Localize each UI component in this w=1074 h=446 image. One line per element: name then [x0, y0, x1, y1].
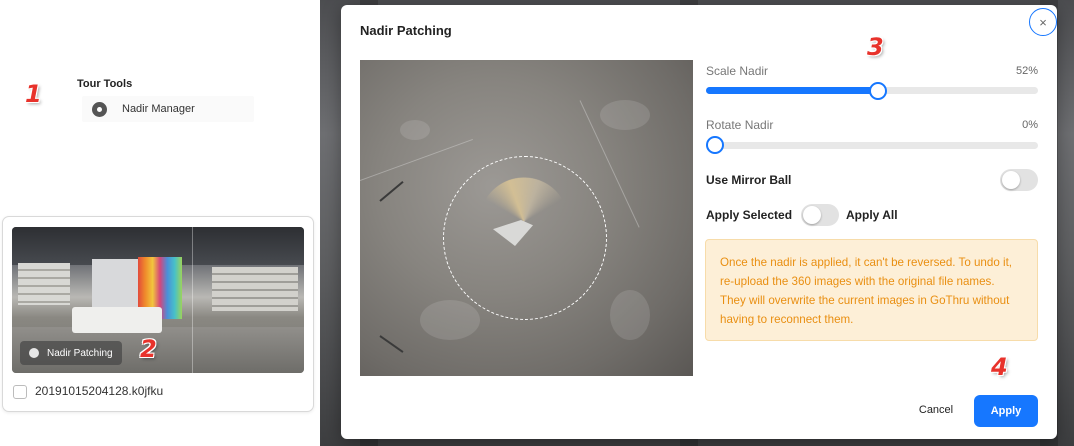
tripod-leg — [379, 335, 404, 353]
rotate-nadir-slider[interactable] — [706, 142, 1038, 149]
radio-selected-icon — [92, 101, 107, 117]
nadir-patching-badge[interactable]: Nadir Patching — [20, 341, 122, 365]
nadir-patch-circle[interactable] — [443, 156, 607, 320]
tripod-leg — [379, 180, 404, 202]
cancel-button[interactable]: Cancel — [911, 397, 961, 423]
apply-selected-label: Apply Selected — [706, 208, 793, 222]
apply-scope-toggle-knob — [803, 206, 821, 224]
panorama-thumbnail[interactable]: Nadir Patching — [12, 227, 304, 373]
step-annotation-2: 2 — [140, 335, 157, 363]
rotate-nadir-label: Rotate Nadir — [706, 118, 774, 132]
use-mirror-ball-label: Use Mirror Ball — [706, 173, 792, 187]
step-annotation-3: 3 — [867, 33, 884, 61]
rotate-nadir-value: 0% — [1022, 119, 1038, 131]
nadir-patching-modal: Nadir Patching × 3 Scale Nadir 52% Rotat… — [341, 5, 1057, 439]
apply-all-label: Apply All — [846, 208, 898, 222]
floor-speck — [400, 120, 430, 140]
badge-dot-icon — [29, 348, 39, 358]
badge-label: Nadir Patching — [47, 347, 113, 359]
nadir-manager-label: Nadir Manager — [122, 103, 195, 115]
scale-nadir-value: 52% — [1015, 65, 1038, 77]
scale-nadir-fill — [706, 87, 879, 94]
step-annotation-1: 1 — [25, 80, 42, 108]
mirror-ball-toggle[interactable] — [1000, 169, 1038, 191]
nadir-preview — [360, 60, 693, 376]
floor-speck — [610, 290, 650, 340]
mirror-ball-toggle-knob — [1002, 171, 1020, 189]
apply-scope-toggle[interactable] — [801, 204, 839, 226]
panorama-card[interactable]: Nadir Patching 2 20191015204128.k0jfku — [2, 216, 314, 412]
thumbnail-shelf-right — [212, 267, 298, 311]
floor-speck — [420, 300, 480, 340]
scale-nadir-label: Scale Nadir — [706, 64, 769, 78]
floor-speck — [600, 100, 650, 130]
select-checkbox[interactable] — [13, 385, 27, 399]
thumbnail-seam — [192, 227, 193, 373]
rotate-nadir-handle[interactable] — [706, 136, 724, 154]
step-annotation-4: 4 — [991, 353, 1008, 381]
scale-nadir-handle[interactable] — [869, 82, 888, 100]
tour-tools-panel: 1 Tour Tools Nadir Manager Nadir Patchin… — [0, 0, 320, 446]
close-icon[interactable]: × — [1029, 8, 1057, 36]
apply-button[interactable]: Apply — [974, 395, 1038, 427]
nadir-manager-item[interactable]: Nadir Manager — [82, 96, 254, 122]
irreversible-warning: Once the nadir is applied, it can't be r… — [705, 239, 1038, 341]
floor-crack — [360, 138, 473, 181]
tour-tools-title: Tour Tools — [77, 78, 133, 90]
thumbnail-shelf-left — [18, 263, 70, 305]
file-name: 20191015204128.k0jfku — [35, 384, 164, 398]
thumbnail-counter — [72, 307, 162, 333]
modal-title: Nadir Patching — [360, 23, 452, 38]
